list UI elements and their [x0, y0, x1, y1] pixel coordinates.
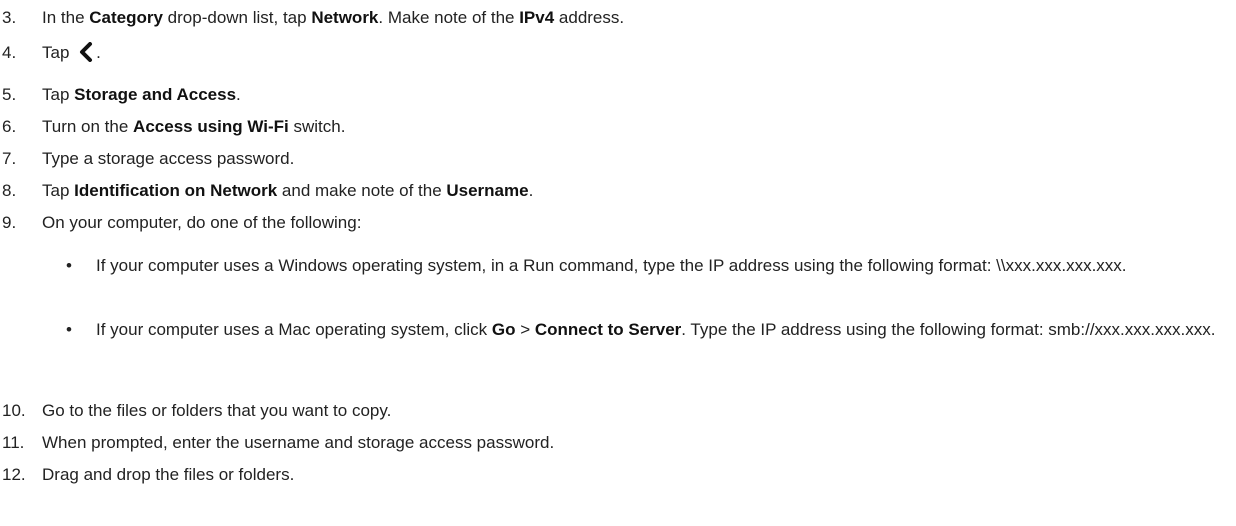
ui-term-access-using-wifi: Access using Wi-Fi	[133, 117, 289, 136]
step-text: Tap .	[42, 40, 101, 70]
ui-term-category: Category	[89, 8, 163, 27]
step-12: 12. Drag and drop the files or folders.	[0, 462, 1236, 488]
step-number: 6.	[2, 117, 17, 136]
text-run: drop-down list, tap	[162, 8, 312, 27]
step-number: 4.	[2, 43, 17, 62]
text-run: .	[96, 43, 101, 62]
text-run: . Type the IP address using the followin…	[681, 320, 1216, 339]
text-run: If your computer uses a Mac operating sy…	[96, 320, 492, 339]
step-number: 11.	[2, 433, 25, 452]
step-number: 7.	[2, 149, 17, 168]
text-run: Tap	[42, 85, 75, 104]
text-run: Tap	[42, 181, 75, 200]
text-run: . Make note of the	[378, 8, 520, 27]
step-text: Tap Storage and Access.	[42, 82, 241, 108]
ui-term-username: Username	[446, 181, 529, 200]
step-number: 8.	[2, 181, 17, 200]
step-text: Go to the files or folders that you want…	[42, 401, 392, 420]
bullet-text: If your computer uses a Mac operating sy…	[96, 318, 1216, 342]
chevron-left-icon	[78, 42, 94, 70]
step-number: 12.	[2, 465, 26, 484]
text-run: Turn on the	[42, 117, 134, 136]
step-number: 5.	[2, 85, 17, 104]
step-text: Tap Identification on Network and make n…	[42, 178, 533, 204]
step-4: 4. Tap .	[0, 40, 1236, 66]
text-run: address.	[554, 8, 625, 27]
step-9: 9. On your computer, do one of the follo…	[0, 210, 1236, 236]
text-run: and make note of the	[277, 181, 447, 200]
step-text: In the Category drop-down list, tap Netw…	[42, 5, 624, 31]
text-run: >	[515, 320, 535, 339]
step-number: 10.	[2, 401, 26, 420]
step-10: 10. Go to the files or folders that you …	[0, 398, 1236, 424]
ui-term-network: Network	[311, 8, 379, 27]
bullet-mark: •	[66, 320, 72, 339]
step-text: Type a storage access password.	[42, 149, 295, 168]
text-run: In the	[42, 8, 90, 27]
text-run: Tap	[42, 43, 75, 62]
instructions-document: 3. In the Category drop-down list, tap N…	[0, 0, 1236, 526]
step-number: 9.	[2, 213, 17, 232]
ui-term-identification-on-network: Identification on Network	[74, 181, 278, 200]
step-text: When prompted, enter the username and st…	[42, 433, 555, 452]
step-7: 7. Type a storage access password.	[0, 146, 1236, 172]
step-text: Turn on the Access using Wi-Fi switch.	[42, 114, 345, 140]
step-text: Drag and drop the files or folders.	[42, 465, 295, 484]
ui-term-go: Go	[491, 320, 516, 339]
step-11: 11. When prompted, enter the username an…	[0, 430, 1236, 456]
step-number: 3.	[2, 8, 17, 27]
step-6: 6. Turn on the Access using Wi-Fi switch…	[0, 114, 1236, 140]
step-8: 8. Tap Identification on Network and mak…	[0, 178, 1236, 204]
bullet-text: If your computer uses a Windows operatin…	[96, 256, 1127, 275]
step-5: 5. Tap Storage and Access.	[0, 82, 1236, 108]
text-run: .	[528, 181, 534, 200]
text-run: .	[236, 85, 241, 104]
text-run: switch.	[288, 117, 346, 136]
bullet-mark: •	[66, 256, 72, 275]
ui-term-storage-and-access: Storage and Access	[74, 85, 237, 104]
ui-term-ipv4: IPv4	[519, 8, 555, 27]
step-3: 3. In the Category drop-down list, tap N…	[0, 5, 1236, 31]
ui-term-connect-to-server: Connect to Server	[534, 320, 682, 339]
step-text: On your computer, do one of the followin…	[42, 213, 362, 232]
